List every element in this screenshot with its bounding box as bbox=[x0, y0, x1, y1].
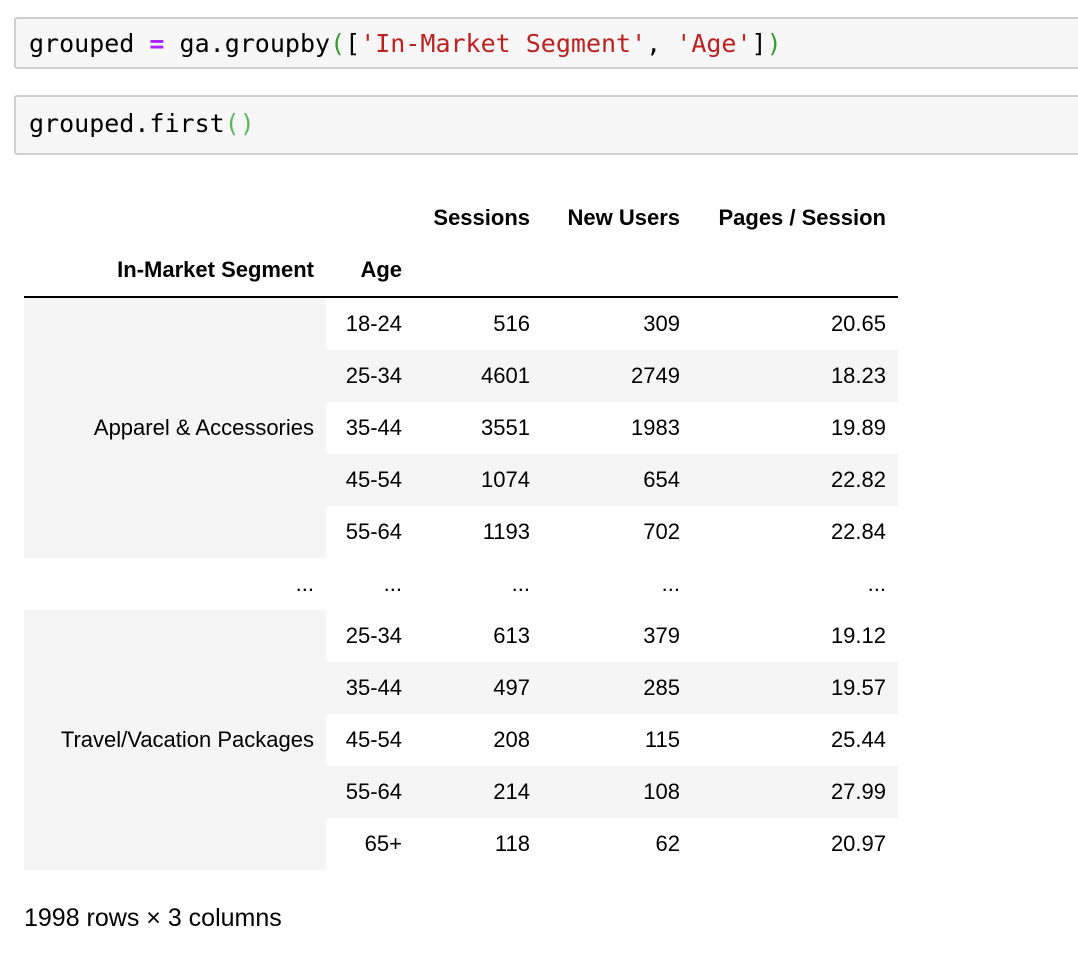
new-users-cell: 379 bbox=[542, 610, 692, 662]
blank-header bbox=[542, 244, 692, 298]
table-row: Travel/Vacation Packages 25-34 613 379 19.12 bbox=[24, 610, 898, 870]
blank-header bbox=[692, 244, 898, 298]
table-body: Apparel & Accessories 18-24 516 309 20.65 25-… bbox=[24, 297, 898, 870]
pages-session-cell: 19.57 bbox=[692, 662, 898, 714]
ellipsis-row: ............... bbox=[24, 558, 898, 610]
ellipsis-cell: ... bbox=[542, 558, 692, 610]
new-users-cell: 702 bbox=[542, 506, 692, 558]
blank-header bbox=[24, 192, 326, 244]
code-token: ) bbox=[766, 29, 782, 58]
pages-session-cell: 25.44 bbox=[692, 714, 898, 766]
age-cell: 25-34 bbox=[326, 350, 414, 402]
index-name-age: Age bbox=[326, 244, 414, 298]
sessions-cell: 1074 bbox=[414, 454, 542, 506]
age-cell: 55-64 bbox=[326, 766, 414, 818]
segment-label: Travel/Vacation Packages bbox=[24, 610, 326, 870]
code-cell-first[interactable]: grouped.first() bbox=[14, 95, 1078, 155]
age-cell: 45-54 bbox=[326, 454, 414, 506]
code-cell-groupby[interactable]: grouped = ga.groupby(['In-Market Segment… bbox=[14, 17, 1078, 69]
blank-header bbox=[414, 244, 542, 298]
code-token: grouped bbox=[29, 29, 150, 58]
age-cell: 18-24 bbox=[326, 297, 414, 350]
code-input-groupby[interactable]: grouped = ga.groupby(['In-Market Segment… bbox=[29, 29, 782, 59]
pages-session-cell: 20.97 bbox=[692, 818, 898, 870]
sessions-cell: 118 bbox=[414, 818, 542, 870]
column-header-new-users: New Users bbox=[542, 192, 692, 244]
pages-session-cell: 27.99 bbox=[692, 766, 898, 818]
dataframe-output: Sessions New Users Pages / Session In-Ma… bbox=[24, 192, 898, 870]
new-users-cell: 654 bbox=[542, 454, 692, 506]
column-header-sessions: Sessions bbox=[414, 192, 542, 244]
pages-session-cell: 18.23 bbox=[692, 350, 898, 402]
code-token: ( bbox=[330, 29, 346, 58]
sessions-cell: 214 bbox=[414, 766, 542, 818]
pages-session-cell: 22.84 bbox=[692, 506, 898, 558]
sessions-cell: 516 bbox=[414, 297, 542, 350]
new-users-cell: 285 bbox=[542, 662, 692, 714]
code-token: 'Age' bbox=[676, 29, 752, 58]
index-header-row: In-Market Segment Age bbox=[24, 244, 898, 298]
shape-footer: 1998 rows × 3 columns bbox=[24, 904, 282, 932]
ellipsis-cell: ... bbox=[24, 558, 326, 610]
code-token: 'In-Market Segment' bbox=[360, 29, 647, 58]
new-users-cell: 62 bbox=[542, 818, 692, 870]
age-cell: 35-44 bbox=[326, 662, 414, 714]
sessions-cell: 4601 bbox=[414, 350, 542, 402]
pages-session-cell: 19.89 bbox=[692, 402, 898, 454]
column-header-row: Sessions New Users Pages / Session bbox=[24, 192, 898, 244]
pages-session-cell: 20.65 bbox=[692, 297, 898, 350]
column-header-pages-session: Pages / Session bbox=[692, 192, 898, 244]
sessions-cell: 3551 bbox=[414, 402, 542, 454]
code-token: [ bbox=[345, 29, 361, 58]
table-row: Apparel & Accessories 18-24 516 309 20.65 bbox=[24, 297, 898, 558]
sessions-cell: 208 bbox=[414, 714, 542, 766]
blank-header bbox=[326, 192, 414, 244]
new-users-cell: 108 bbox=[542, 766, 692, 818]
new-users-cell: 1983 bbox=[542, 402, 692, 454]
age-cell: 55-64 bbox=[326, 506, 414, 558]
ellipsis-cell: ... bbox=[414, 558, 542, 610]
new-users-cell: 115 bbox=[542, 714, 692, 766]
ellipsis-cell: ... bbox=[326, 558, 414, 610]
code-token: grouped.first bbox=[29, 109, 225, 138]
index-name-segment: In-Market Segment bbox=[24, 244, 326, 298]
code-token: () bbox=[224, 109, 255, 138]
code-token: ] bbox=[751, 29, 767, 58]
sessions-cell: 497 bbox=[414, 662, 542, 714]
sessions-cell: 613 bbox=[414, 610, 542, 662]
code-token: = bbox=[149, 29, 165, 58]
age-cell: 25-34 bbox=[326, 610, 414, 662]
code-input-first[interactable]: grouped.first() bbox=[29, 109, 255, 139]
pages-session-cell: 19.12 bbox=[692, 610, 898, 662]
age-cell: 35-44 bbox=[326, 402, 414, 454]
age-cell: 45-54 bbox=[326, 714, 414, 766]
segment-label: Apparel & Accessories bbox=[24, 297, 326, 558]
ellipsis-cell: ... bbox=[692, 558, 898, 610]
sessions-cell: 1193 bbox=[414, 506, 542, 558]
new-users-cell: 2749 bbox=[542, 350, 692, 402]
pages-session-cell: 22.82 bbox=[692, 454, 898, 506]
new-users-cell: 309 bbox=[542, 297, 692, 350]
code-token: ga.groupby bbox=[164, 29, 331, 58]
age-cell: 65+ bbox=[326, 818, 414, 870]
code-token: , bbox=[646, 29, 677, 58]
